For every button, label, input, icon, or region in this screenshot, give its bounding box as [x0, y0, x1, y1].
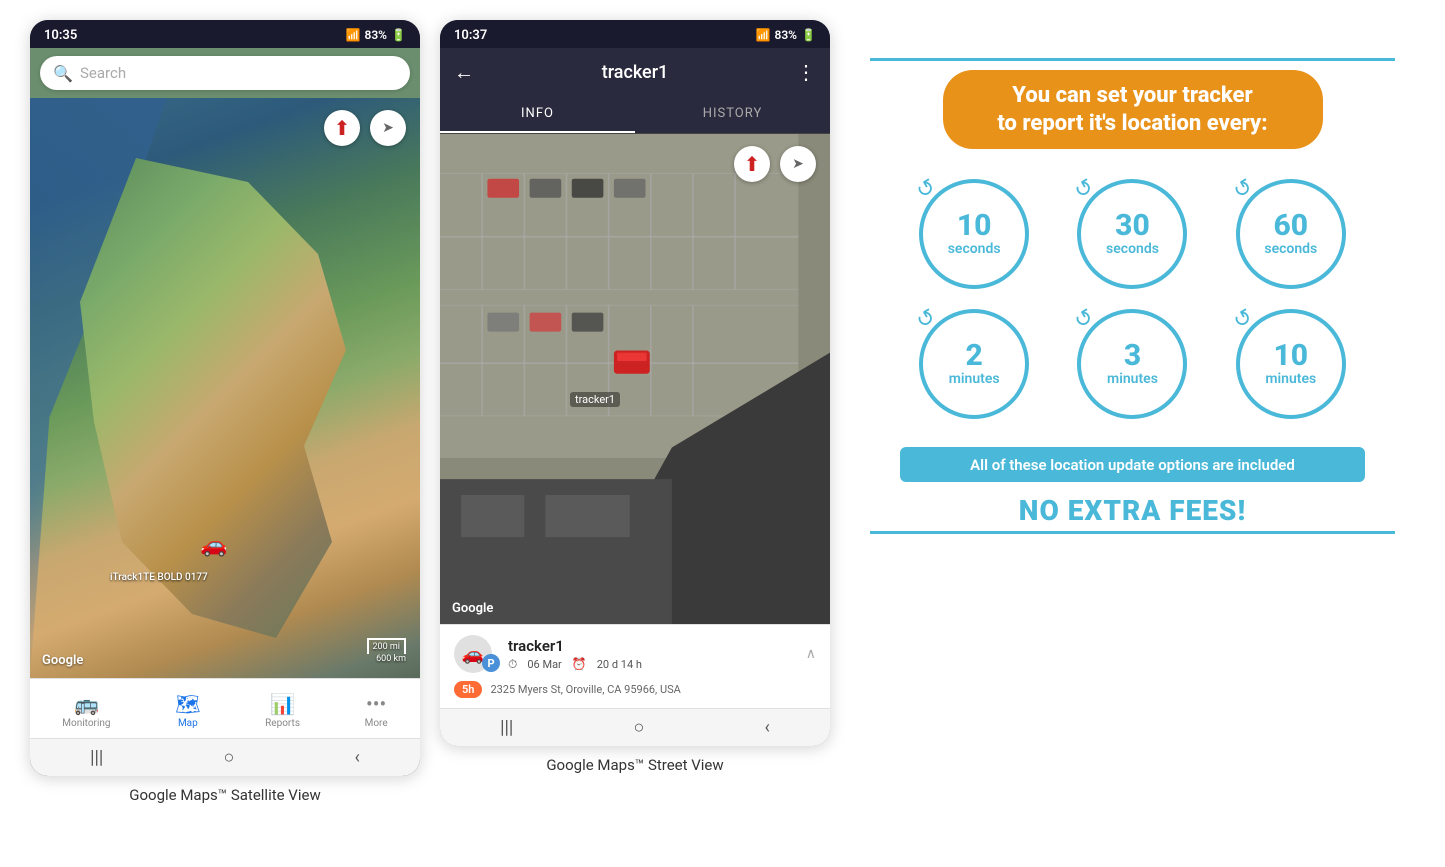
- tracker-duration: 20 d 14 h: [597, 658, 642, 671]
- phone2-time: 10:37: [454, 28, 487, 43]
- tracker-date: 06 Mar: [527, 658, 561, 671]
- circle-arrow-3: ↺: [1229, 174, 1257, 205]
- phone1-caption: Google Maps™ Satellite View: [30, 786, 420, 804]
- map-satellite-area: ⬆ ➤ 🚗 iTrack1TE BOLD 0177 Google 200 mi …: [30, 98, 420, 678]
- info-headline: You can set your tracker to report it's …: [971, 82, 1295, 137]
- top-line-decoration: [870, 58, 1395, 61]
- map-marker: 🚗: [200, 533, 227, 558]
- android-home-btn2[interactable]: ○: [633, 717, 644, 738]
- tracker-name: tracker1: [508, 637, 642, 655]
- circle-10s: ↺ 10 seconds: [900, 179, 1048, 289]
- search-placeholder: Search: [80, 64, 126, 82]
- phone2-signal: 📶: [756, 28, 771, 42]
- reports-icon: 📊: [270, 692, 295, 716]
- circle-arrow-2: ↺: [1070, 174, 1098, 205]
- nav-monitoring-label: Monitoring: [62, 718, 110, 729]
- tracker-time-badge: 5h: [454, 681, 482, 698]
- map-street-area: ⬆ ➤ tracker1 Google: [440, 134, 830, 624]
- nav-monitoring[interactable]: 🚌 Monitoring: [62, 692, 110, 729]
- nav-map-label: Map: [178, 718, 198, 729]
- phone1-mockup: 10:35 📶 83% 🔋 🔍 Search ⬆: [30, 20, 420, 776]
- tracker-info-panel: 🚗 P tracker1 ⏱ 06 Mar ⏰ 20 d 14 h: [440, 624, 830, 708]
- nav-reports[interactable]: 📊 Reports: [265, 692, 300, 729]
- more-options-icon[interactable]: ⋮: [796, 60, 816, 84]
- phone2-battery-icon: 🔋: [801, 28, 816, 42]
- android-nav-bar: ||| ○ ‹: [30, 738, 420, 776]
- info-no-fees: NO EXTRA FEES!: [900, 494, 1365, 527]
- phone1-battery: 83%: [364, 28, 387, 42]
- compass2-icon[interactable]: ⬆: [734, 146, 770, 182]
- phone2-status-bar: 10:37 📶 83% 🔋: [440, 20, 830, 48]
- phone1-search-bar[interactable]: 🔍 Search: [40, 56, 410, 90]
- google-logo: Google: [42, 653, 83, 668]
- phone1-time: 10:35: [44, 28, 77, 43]
- search-icon: 🔍: [54, 64, 72, 82]
- tracker-parking-badge: P: [482, 654, 500, 672]
- nav-more-label: More: [365, 718, 388, 729]
- bottom-line-decoration: [870, 531, 1395, 534]
- circle-2m: ↺ 2 minutes: [900, 309, 1048, 419]
- android-nav-bar2: ||| ○ ‹: [440, 708, 830, 746]
- phone1-battery-icon: 🔋: [391, 28, 406, 42]
- circle-arrow-5: ↺: [1070, 304, 1098, 335]
- phone1-signal: 📶: [346, 28, 361, 42]
- android-home-btn[interactable]: ○: [223, 747, 234, 768]
- scroll-up-icon[interactable]: ∧: [806, 646, 816, 662]
- monitoring-icon: 🚌: [74, 692, 99, 716]
- circle-arrow-1: ↺: [912, 174, 940, 205]
- back-icon[interactable]: ←: [454, 60, 474, 85]
- android-menu-btn2[interactable]: |||: [500, 717, 513, 738]
- android-menu-btn[interactable]: |||: [90, 747, 103, 768]
- location2-icon[interactable]: ➤: [780, 146, 816, 182]
- compass-icon[interactable]: ⬆: [324, 110, 360, 146]
- tracker-title: tracker1: [602, 62, 669, 83]
- circle-arrow-6: ↺: [1229, 304, 1257, 335]
- nav-reports-label: Reports: [265, 718, 300, 729]
- tab-info[interactable]: INFO: [440, 96, 635, 133]
- circle-10m: ↺ 10 minutes: [1217, 309, 1365, 419]
- android-back-btn2[interactable]: ‹: [764, 717, 769, 738]
- infographic-section: You can set your tracker to report it's …: [850, 20, 1415, 552]
- info-headline-box: You can set your tracker to report it's …: [943, 70, 1323, 149]
- google-logo2: Google: [452, 601, 493, 616]
- phone2-battery: 83%: [774, 28, 797, 42]
- bottom-nav: 🚌 Monitoring 🗺 Map 📊 Reports ••• More: [30, 678, 420, 738]
- more-icon: •••: [366, 692, 386, 716]
- nav-more[interactable]: ••• More: [365, 692, 388, 729]
- map-scale: 200 mi 600 km: [367, 638, 407, 664]
- map-icon: 🗺: [175, 692, 200, 716]
- map-device-label: iTrack1TE BOLD 0177: [110, 572, 208, 583]
- tracker-address: 2325 Myers St, Oroville, CA 95966, USA: [490, 683, 816, 696]
- circle-30s: ↺ 30 seconds: [1058, 179, 1206, 289]
- location-icon[interactable]: ➤: [370, 110, 406, 146]
- phone2-header: ← tracker1 ⋮: [440, 48, 830, 96]
- phone2-tabs: INFO HISTORY: [440, 96, 830, 134]
- info-included-box: All of these location update options are…: [900, 447, 1365, 482]
- phone2-caption: Google Maps™ Street View: [440, 756, 830, 774]
- tracker-map-label: tracker1: [570, 392, 620, 407]
- tab-history[interactable]: HISTORY: [635, 96, 830, 133]
- circle-3m: ↺ 3 minutes: [1058, 309, 1206, 419]
- circles-grid: ↺ 10 seconds ↺ 30 seconds ↺: [900, 179, 1365, 419]
- phone2-mockup: 10:37 📶 83% 🔋 ← tracker1 ⋮ INFO HISTORY: [440, 20, 830, 746]
- android-back-btn[interactable]: ‹: [354, 747, 359, 768]
- info-card: You can set your tracker to report it's …: [870, 40, 1395, 552]
- circle-arrow-4: ↺: [912, 304, 940, 335]
- circle-60s: ↺ 60 seconds: [1217, 179, 1365, 289]
- info-included-text: All of these location update options are…: [970, 456, 1295, 474]
- phone1-status-bar: 10:35 📶 83% 🔋: [30, 20, 420, 48]
- nav-map[interactable]: 🗺 Map: [175, 692, 200, 729]
